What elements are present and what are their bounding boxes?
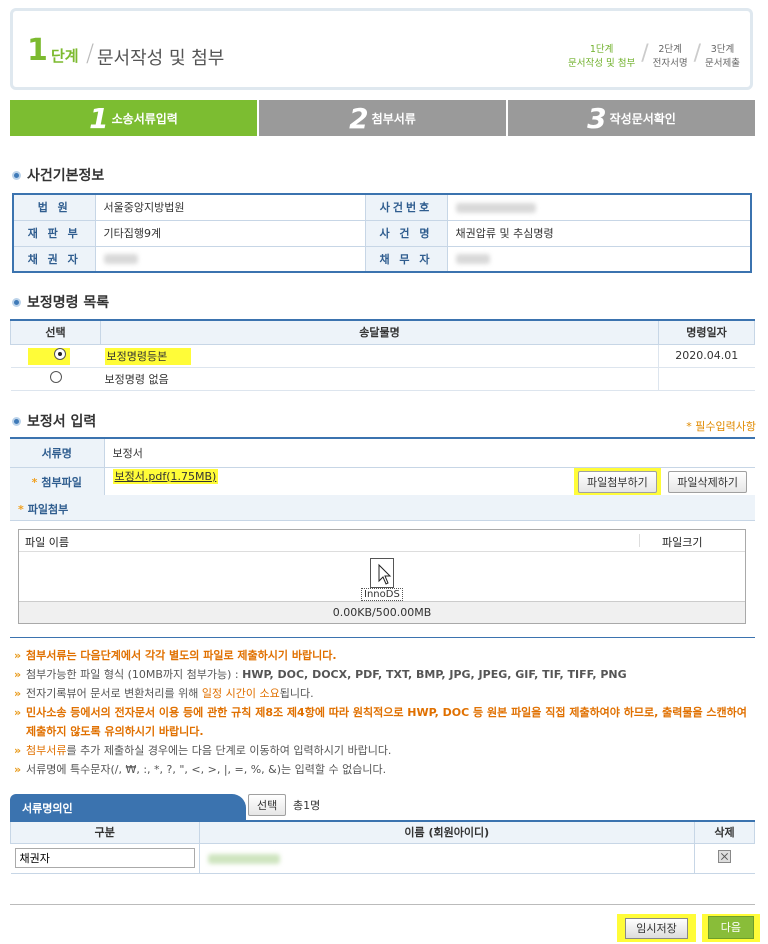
- step-header: 1 단계 / 문서작성 및 첨부 1단계 문서작성 및 첨부 / 2단계 전자서명 …: [10, 8, 753, 90]
- case-info-title: 사건기본정보: [12, 165, 104, 185]
- step-tabs: 1 소송서류입력 2 첨부서류 3 작성문서확인: [10, 100, 755, 136]
- attached-file-link[interactable]: 보정서.pdf(1.75MB): [112, 468, 219, 484]
- note-item: 민사소송 등에서의 전자문서 이용 등에 관한 규칙 제8조 제4항에 따라 원…: [14, 703, 754, 741]
- temp-save-button[interactable]: 임시저장: [625, 918, 688, 939]
- order-radio[interactable]: [49, 371, 62, 383]
- file-attach-header: * 파일첨부: [10, 495, 755, 521]
- input-section-title: 보정서 입력: [12, 411, 96, 431]
- required-note: * 필수입력사항: [686, 420, 756, 433]
- page-title: 문서작성 및 첨부: [97, 48, 225, 69]
- note-item: 첨부서류를 추가 제출하실 경우에는 다음 단계로 이동하여 입력하시기 바랍니…: [14, 741, 754, 760]
- notes-list: 첨부서류는 다음단계에서 각각 별도의 파일로 제출하시기 바랍니다. 첨부가능…: [14, 646, 754, 779]
- drop-label: InnoDS: [361, 588, 403, 601]
- note-item: 첨부가능한 파일 형식 (10MB까지 첨부가능) : HWP, DOC, DO…: [14, 665, 754, 684]
- bullet-icon: [12, 297, 21, 307]
- signer-count: 총1명: [293, 799, 321, 812]
- order-list-title: 보정명령 목록: [12, 292, 109, 312]
- footer-buttons: 임시저장 다음: [617, 914, 760, 942]
- signer-tab[interactable]: 서류명의인: [10, 794, 246, 820]
- divider: [10, 637, 755, 638]
- select-signer-button[interactable]: 선택: [248, 794, 287, 816]
- divider: [10, 904, 755, 905]
- step-word: 단계: [51, 47, 79, 65]
- delete-icon[interactable]: [718, 850, 732, 863]
- order-list-table: 선택 송달물명 명령일자 보정명령등본 2020.04.01 보정명령 없음: [10, 319, 755, 391]
- doc-name-value: 보정서: [104, 438, 755, 468]
- note-item: 서류명에 특수문자(/, ₩, :, *, ?, ", <, >, |, =, …: [14, 760, 754, 779]
- signer-table: 구분 이름 (회원아이디) 삭제: [10, 820, 755, 874]
- file-size-column: 파일크기: [639, 534, 739, 549]
- tab-document-input[interactable]: 1 소송서류입력: [10, 100, 257, 136]
- case-number-redacted: [455, 202, 536, 213]
- creditor-redacted: [103, 254, 138, 265]
- file-name-column: 파일 이름: [25, 536, 69, 549]
- signer-role-input[interactable]: [14, 848, 195, 868]
- next-button[interactable]: 다음: [707, 916, 754, 939]
- step-nav-1: 1단계 문서작성 및 첨부: [567, 44, 636, 69]
- table-row[interactable]: 보정명령등본 2020.04.01: [10, 344, 755, 368]
- signer-name-redacted: [207, 853, 280, 864]
- step-nav-3: / 3단계 문서제출: [693, 41, 740, 70]
- file-drop-area[interactable]: 파일 이름 파일크기 InnoDS 0.00KB/500.00MB: [18, 529, 746, 624]
- step-number: 1: [27, 33, 48, 68]
- drop-target[interactable]: InnoDS: [361, 558, 403, 601]
- bullet-icon: [12, 416, 21, 426]
- document-drop-icon: [369, 558, 394, 588]
- input-table: 서류명 보정서 * 첨부파일 보정서.pdf(1.75MB) 파일첨부하기 파일삭…: [10, 437, 755, 497]
- note-item: 첨부서류는 다음단계에서 각각 별도의 파일로 제출하시기 바랍니다.: [14, 646, 754, 665]
- delete-file-button[interactable]: 파일삭제하기: [668, 470, 747, 493]
- step-nav-2: / 2단계 전자서명: [641, 41, 688, 70]
- table-row: [10, 843, 755, 874]
- step-progress: 1단계 문서작성 및 첨부 / 2단계 전자서명 / 3단계 문서제출: [562, 43, 740, 71]
- note-item: 전자기록뷰어 문서로 변환처리를 위해 일정 시간이 소요됩니다.: [14, 684, 754, 703]
- table-row[interactable]: 보정명령 없음: [10, 367, 755, 391]
- tab-attachments[interactable]: 2 첨부서류: [259, 100, 506, 136]
- order-radio-selected[interactable]: [53, 348, 66, 360]
- case-info-table: 법 원 서울중앙지방법원 사건번호 재 판 부 기타집행9계 사 건 명 채권압…: [12, 193, 752, 273]
- attach-file-button[interactable]: 파일첨부하기: [578, 470, 657, 493]
- debtor-redacted: [455, 254, 490, 265]
- capacity-indicator: 0.00KB/500.00MB: [19, 601, 745, 623]
- slash-divider: /: [86, 39, 95, 67]
- tab-review[interactable]: 3 작성문서확인: [508, 100, 755, 136]
- bullet-icon: [12, 170, 21, 180]
